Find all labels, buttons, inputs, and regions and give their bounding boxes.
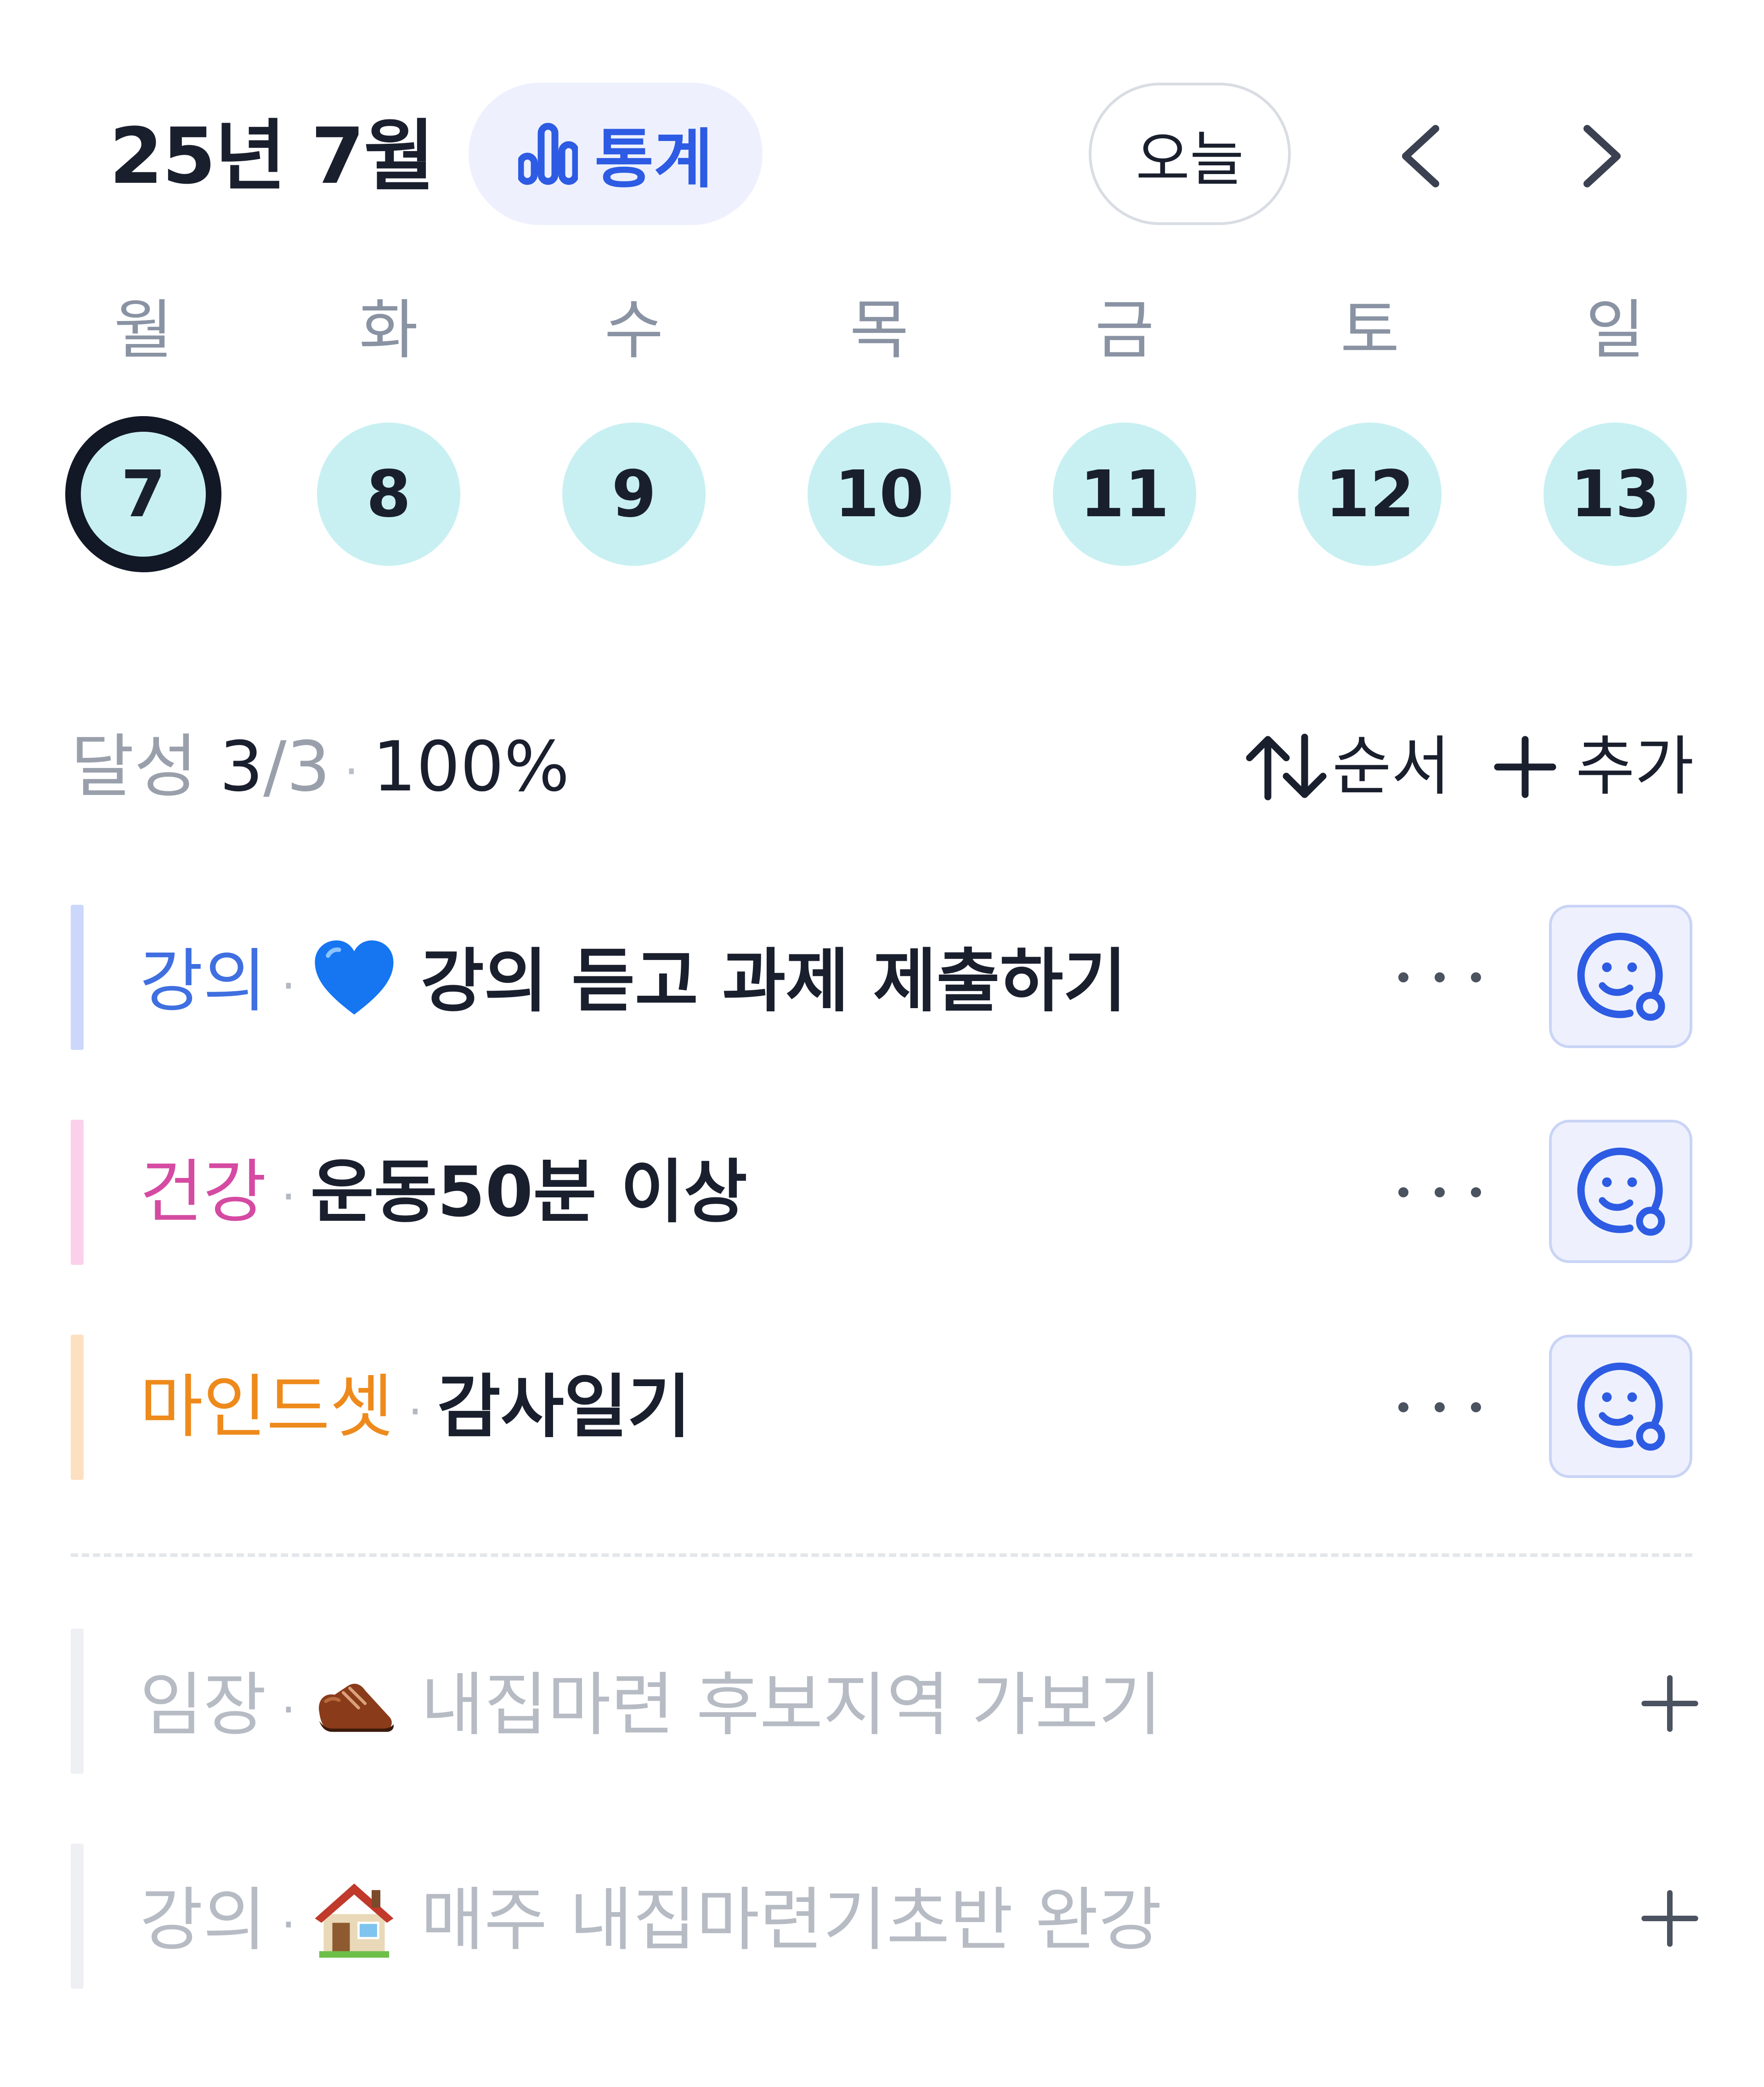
more-dot <box>1471 1187 1481 1197</box>
day-circle[interactable]: 13 <box>1544 423 1687 566</box>
day-circle[interactable]: 8 <box>317 423 460 566</box>
habit-check-button[interactable] <box>1549 905 1692 1048</box>
weekday-label: 월 <box>113 293 173 368</box>
separator-dot: · <box>344 744 359 798</box>
weekday-label: 수 <box>604 293 664 368</box>
achievement-label: 달성 <box>71 727 198 807</box>
habit-label: 임장 · 내집마련 후보지역 가보기 <box>140 1660 1162 1751</box>
more-dot <box>1398 1402 1408 1412</box>
house-icon <box>311 1875 398 1962</box>
achievement-summary: 달성 3/3 · 100% <box>71 726 570 813</box>
habit-label: 건강 · 운동50분 이상 <box>140 1151 747 1238</box>
smile-face-icon <box>1577 932 1665 1021</box>
habit-title: 매주 내집마련기초반 완강 <box>420 1880 1162 1960</box>
weekday-label: 목 <box>849 293 909 368</box>
section-divider <box>71 1553 1692 1557</box>
activate-habit-button[interactable] <box>1640 1889 1700 1948</box>
habit-category: 임장 <box>140 1665 267 1745</box>
reorder-button[interactable]: 순서 <box>1245 726 1451 808</box>
stats-label: 통계 <box>594 122 713 197</box>
chevron-right-icon <box>1583 125 1621 187</box>
category-color-bar <box>71 1120 84 1265</box>
bar-chart-icon <box>518 123 578 185</box>
separator-dot: · <box>408 1384 423 1438</box>
weekday-label: 화 <box>359 293 418 368</box>
weekday-label: 일 <box>1585 293 1645 368</box>
reorder-label: 순서 <box>1332 729 1451 804</box>
blue-heart-icon <box>311 936 398 1023</box>
habit-category: 강의 <box>140 942 267 1021</box>
habit-category: 건강 <box>140 1152 267 1232</box>
weekday-label: 토 <box>1340 293 1400 368</box>
habit-label: 마인드셋 · 감사일기 <box>140 1366 691 1453</box>
more-dot <box>1435 1187 1445 1197</box>
more-dot <box>1435 1402 1445 1412</box>
more-dot <box>1435 972 1445 982</box>
more-dot <box>1471 1402 1481 1412</box>
habit-category: 마인드셋 <box>140 1367 394 1447</box>
habit-title: 감사일기 <box>437 1367 691 1447</box>
shoe-icon <box>311 1660 398 1747</box>
achievement-done: 3 <box>219 727 264 807</box>
more-options-button[interactable] <box>1398 959 1481 996</box>
habit-title: 운동50분 이상 <box>310 1152 747 1232</box>
chevron-left-icon <box>1402 125 1439 187</box>
add-label: 추가 <box>1576 729 1694 804</box>
smile-face-icon <box>1577 1362 1665 1451</box>
more-dot <box>1398 1187 1408 1197</box>
weekday-label: 금 <box>1095 293 1154 368</box>
more-options-button[interactable] <box>1398 1389 1481 1426</box>
separator-dot: · <box>281 1682 296 1737</box>
habit-row[interactable]: 건강 · 운동50분 이상 <box>71 1120 1692 1265</box>
stats-button[interactable]: 통계 <box>469 83 763 225</box>
habit-title: 내집마련 후보지역 가보기 <box>420 1665 1162 1745</box>
more-options-button[interactable] <box>1398 1174 1481 1211</box>
plus-icon <box>1641 1675 1698 1732</box>
month-title[interactable]: 25년 7월 <box>109 110 435 202</box>
category-color-bar <box>71 1629 84 1774</box>
habit-category: 강의 <box>140 1880 267 1960</box>
category-color-bar <box>71 1335 84 1480</box>
activate-habit-button[interactable] <box>1640 1674 1700 1733</box>
habit-row[interactable]: 강의 · 강의 듣고 과제 제출하기 <box>71 905 1692 1050</box>
add-habit-button[interactable]: 추가 <box>1493 726 1694 808</box>
smile-face-icon <box>1577 1147 1665 1236</box>
more-dot <box>1398 972 1408 982</box>
prev-week-button[interactable] <box>1374 110 1465 202</box>
category-color-bar <box>71 1844 84 1989</box>
separator-dot: · <box>281 1169 296 1224</box>
achievement-percent: 100% <box>372 727 570 807</box>
inactive-habit-row[interactable]: 임장 · 내집마련 후보지역 가보기 <box>71 1629 1698 1774</box>
next-week-button[interactable] <box>1557 110 1649 202</box>
habit-label: 강의 · 매주 내집마련기초반 완강 <box>140 1875 1162 1966</box>
inactive-habit-row[interactable]: 강의 · 매주 내집마련기초반 완강 <box>71 1844 1698 1989</box>
day-circle-selected[interactable]: 7 <box>65 416 221 572</box>
more-dot <box>1471 972 1481 982</box>
achievement-total: /3 <box>263 727 331 807</box>
achievement-count: 3/3 <box>220 727 330 807</box>
sort-arrows-icon <box>1246 733 1327 801</box>
separator-dot: · <box>281 959 296 1013</box>
habit-check-button[interactable] <box>1549 1335 1692 1478</box>
plus-icon <box>1641 1890 1698 1947</box>
habit-check-button[interactable] <box>1549 1120 1692 1263</box>
day-circle[interactable]: 12 <box>1298 423 1442 566</box>
plus-icon <box>1494 736 1556 798</box>
habit-row[interactable]: 마인드셋 · 감사일기 <box>71 1335 1692 1480</box>
category-color-bar <box>71 905 84 1050</box>
today-button[interactable]: 오늘 <box>1089 83 1291 225</box>
habit-tracker-screen: 25년 7월 통계 오늘 월 화 수 목 금 토 일 7 8 9 10 11 1… <box>0 0 1764 2087</box>
day-circle[interactable]: 9 <box>562 423 706 566</box>
day-circle[interactable]: 10 <box>808 423 951 566</box>
separator-dot: · <box>281 1897 296 1952</box>
habit-label: 강의 · 강의 듣고 과제 제출하기 <box>140 936 1126 1027</box>
habit-title: 강의 듣고 과제 제출하기 <box>420 942 1127 1021</box>
day-circle[interactable]: 11 <box>1053 423 1196 566</box>
